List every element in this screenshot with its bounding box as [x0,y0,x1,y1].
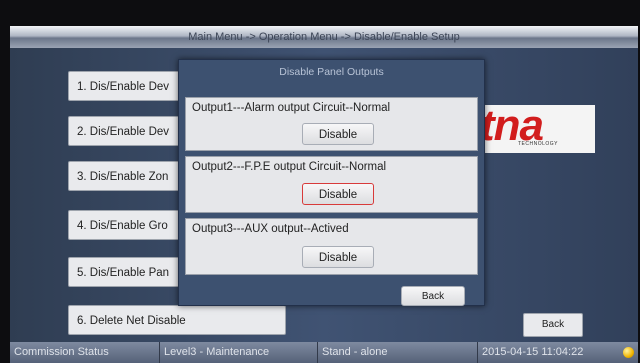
screen: Main Menu -> Operation Menu -> Disable/E… [0,0,640,363]
output-label: Output3---AUX output--Actived [192,223,349,235]
disable-outputs-dialog: Disable Panel Outputs Output1---Alarm ou… [178,59,485,306]
disable-output-1-button[interactable]: Disable [302,123,374,145]
access-level: Level3 - Maintenance [160,342,318,363]
disable-output-3-button[interactable]: Disable [302,246,374,268]
logo-subtext: TECHNOLOGY [518,141,559,147]
dialog-title: Disable Panel Outputs [279,66,384,78]
output-panel-3: Output3---AUX output--Actived Disable [185,218,478,275]
menu-item-6[interactable]: 6. Delete Net Disable [68,305,286,335]
breadcrumb-title: Main Menu -> Operation Menu -> Disable/E… [10,26,638,48]
output-label: Output2---F.P.E output Circuit--Normal [192,161,387,173]
output-panel-2: Output2---F.P.E output Circuit--Normal D… [185,156,478,213]
output-panel-1: Output1---Alarm output Circuit--Normal D… [185,97,478,151]
dialog-back-button[interactable]: Back [401,286,465,306]
datetime: 2015-04-15 11:04:22 [482,346,584,358]
status-bar: Commission Status Level3 - Maintenance S… [10,342,638,363]
commission-status: Commission Status [10,342,160,363]
network-mode: Stand - alone [318,342,478,363]
status-led-icon [623,347,634,358]
output-label: Output1---Alarm output Circuit--Normal [192,102,391,114]
brand-logo: tna TECHNOLOGY [470,105,595,153]
back-button[interactable]: Back [523,313,583,337]
disable-output-2-button[interactable]: Disable [302,183,374,205]
